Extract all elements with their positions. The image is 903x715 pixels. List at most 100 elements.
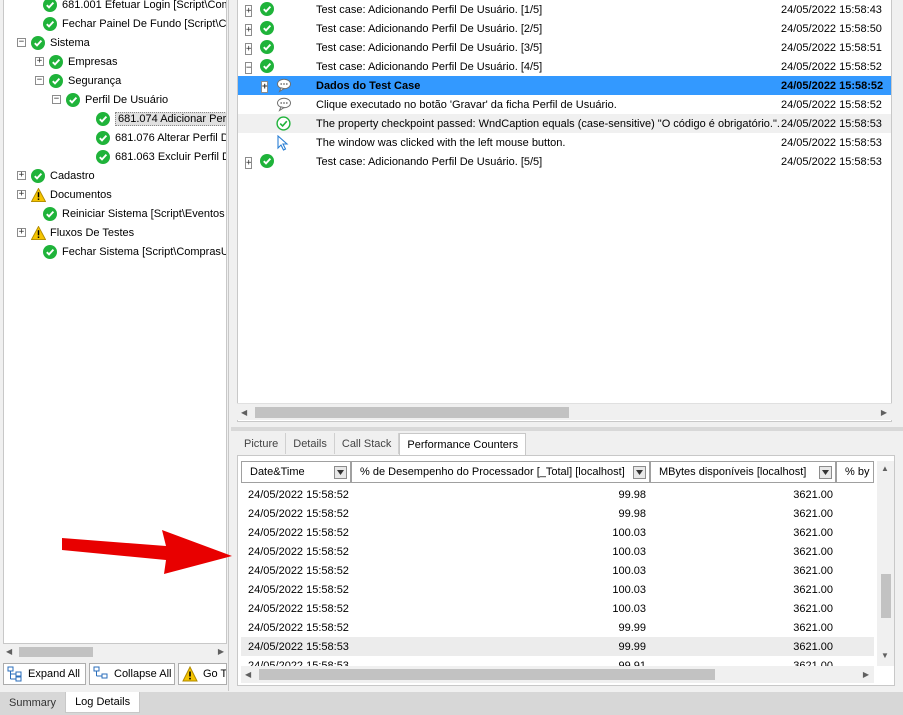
tree-item[interactable]: 681.063 Excluir Perfil De — [96, 147, 226, 166]
scrollbar-thumb[interactable] — [255, 407, 569, 418]
scrollbar-thumb[interactable] — [881, 574, 891, 618]
perf-memory-cell: 3621.00 — [793, 621, 833, 634]
perf-row[interactable]: 24/05/2022 15:58:52 100.03 3621.00 — [241, 580, 874, 599]
tree-horizontal-scrollbar[interactable]: ◀ ▶ — [3, 645, 227, 659]
perf-column-header[interactable]: % de Desempenho do Processador [_Total] … — [351, 461, 650, 483]
tree-item[interactable]: + Fluxos De Testes — [17, 223, 134, 242]
message-icon — [277, 97, 291, 112]
perf-row[interactable]: 24/05/2022 15:58:52 99.99 3621.00 — [241, 618, 874, 637]
perf-horizontal-scrollbar[interactable]: ◀ ▶ — [241, 666, 874, 683]
tree-item[interactable]: + Cadastro — [17, 166, 95, 185]
scroll-right-icon[interactable]: ▶ — [863, 670, 869, 679]
perf-date-cell: 24/05/2022 15:58:52 — [248, 583, 349, 596]
tab-log-details[interactable]: Log Details — [65, 692, 141, 713]
perf-column-header[interactable]: MBytes disponíveis [localhost] — [650, 461, 836, 483]
tree-item[interactable]: + Documentos — [17, 185, 112, 204]
tree-item[interactable]: − Segurança — [35, 71, 121, 90]
tree-item-label: Cadastro — [50, 169, 95, 182]
expand-all-label: Expand All — [28, 668, 80, 680]
panel-splitter[interactable] — [231, 427, 903, 431]
check-icon — [31, 35, 45, 50]
log-horizontal-scrollbar[interactable]: ◀ ▶ — [237, 403, 892, 420]
scroll-left-icon[interactable]: ◀ — [241, 408, 247, 417]
check-icon — [43, 244, 57, 259]
collapse-all-button[interactable]: Collapse All — [89, 663, 175, 685]
perf-column-header[interactable]: % by — [836, 461, 874, 483]
filter-dropdown-icon[interactable] — [633, 466, 646, 479]
detail-tabs: Picture Details Call Stack Performance Coun… — [237, 433, 527, 455]
tab-details[interactable]: Details — [286, 433, 335, 454]
expand-toggle-icon[interactable]: + — [245, 157, 253, 169]
tree-item[interactable]: − Sistema — [17, 33, 90, 52]
perf-memory-cell: 3621.00 — [793, 602, 833, 615]
tree-item[interactable]: 681.076 Alterar Perfil De — [96, 128, 226, 147]
tree-item[interactable]: + Empresas — [35, 52, 118, 71]
perf-grid-header: Date&Time % de Desempenho do Processador … — [241, 461, 874, 483]
perf-row[interactable]: 24/05/2022 15:58:52 99.98 3621.00 — [241, 485, 874, 504]
scrollbar-thumb[interactable] — [19, 647, 93, 657]
tab-call-stack[interactable]: Call Stack — [335, 433, 400, 454]
filter-dropdown-icon[interactable] — [334, 466, 347, 479]
log-row[interactable]: + Dados do Test Case 24/05/2022 15:58:52 — [238, 76, 891, 95]
tree-item[interactable]: Reiniciar Sistema [Script\Eventos - — [43, 204, 226, 223]
scroll-up-icon[interactable]: ▲ — [881, 464, 889, 473]
filter-dropdown-icon[interactable] — [819, 466, 832, 479]
tree-item[interactable]: − Perfil De Usuário — [52, 90, 168, 109]
log-row[interactable]: The window was clicked with the left mou… — [238, 133, 891, 152]
perf-row[interactable]: 24/05/2022 15:58:52 99.98 3621.00 — [241, 504, 874, 523]
expand-toggle-icon[interactable]: + — [17, 171, 26, 180]
expand-toggle-icon[interactable]: + — [35, 57, 44, 66]
perf-row[interactable]: 24/05/2022 15:58:52 100.03 3621.00 — [241, 523, 874, 542]
expand-all-button[interactable]: Expand All — [3, 663, 86, 685]
scroll-left-icon[interactable]: ◀ — [6, 647, 12, 656]
tree-item-label: Perfil De Usuário — [85, 93, 169, 106]
log-row[interactable]: + Test case: Adicionando Perfil De Usuári… — [238, 19, 891, 38]
collapse-toggle-icon[interactable]: − — [35, 76, 44, 85]
tab-performance-counters[interactable]: Performance Counters — [399, 433, 527, 455]
perf-column-header[interactable]: Date&Time — [241, 461, 351, 483]
perf-date-cell: 24/05/2022 15:58:52 — [248, 545, 349, 558]
expand-toggle-icon[interactable]: + — [245, 24, 253, 36]
log-row[interactable]: + Test case: Adicionando Perfil De Usuári… — [238, 38, 891, 57]
expand-toggle-icon[interactable]: + — [17, 190, 26, 199]
log-row[interactable]: Clique executado no botão 'Gravar' da fi… — [238, 95, 891, 114]
perf-cpu-cell: 99.98 — [618, 507, 646, 520]
tree-item[interactable]: 681.001 Efetuar Login [Script\Com — [43, 0, 226, 14]
perf-row[interactable]: 24/05/2022 15:58:52 100.03 3621.00 — [241, 561, 874, 580]
tree-item-label: Fechar Painel De Fundo [Script\Co — [62, 17, 227, 30]
log-list[interactable]: + Test case: Adicionando Perfil De Usuári… — [237, 0, 892, 422]
check-icon — [260, 21, 274, 35]
tab-picture[interactable]: Picture — [237, 433, 287, 454]
perf-row[interactable]: 24/05/2022 15:58:52 100.03 3621.00 — [241, 599, 874, 618]
collapse-toggle-icon[interactable]: − — [52, 95, 61, 104]
log-row[interactable]: − Test case: Adicionando Perfil De Usuári… — [238, 57, 891, 76]
expand-toggle-icon[interactable]: + — [245, 43, 253, 55]
tree-item[interactable]: Fechar Sistema [Script\ComprasUt — [43, 242, 227, 261]
tree-item[interactable]: 681.074 Adicionar Perfil — [96, 109, 226, 128]
log-row[interactable]: The property checkpoint passed: WndCapti… — [238, 114, 891, 133]
perf-row[interactable]: 24/05/2022 15:58:52 100.03 3621.00 — [241, 542, 874, 561]
scroll-right-icon[interactable]: ▶ — [881, 408, 887, 417]
column-header-label: % de Desempenho do Processador [_Total] … — [360, 466, 625, 478]
tree-item-label: Fluxos De Testes — [50, 226, 135, 239]
scroll-right-icon[interactable]: ▶ — [218, 647, 224, 656]
tree-item-label: Empresas — [68, 55, 118, 68]
collapse-toggle-icon[interactable]: − — [17, 38, 26, 47]
log-row[interactable]: + Test case: Adicionando Perfil De Usuári… — [238, 0, 891, 19]
expand-toggle-icon[interactable]: + — [261, 81, 269, 93]
tree-toolbar: Expand All Collapse All Go T — [3, 663, 227, 687]
tree-item[interactable]: Fechar Painel De Fundo [Script\Co — [43, 14, 227, 33]
perf-vertical-scrollbar[interactable]: ▲ ▼ — [877, 461, 894, 666]
perf-row[interactable]: 24/05/2022 15:58:53 99.99 3621.00 — [241, 637, 874, 656]
expand-toggle-icon[interactable]: + — [245, 5, 253, 17]
tree-item-label: Fechar Sistema [Script\ComprasUt — [62, 245, 227, 258]
collapse-toggle-icon[interactable]: − — [245, 62, 253, 74]
expand-toggle-icon[interactable]: + — [17, 228, 26, 237]
scrollbar-thumb[interactable] — [259, 669, 715, 680]
go-to-button[interactable]: Go T — [178, 663, 227, 685]
scroll-left-icon[interactable]: ◀ — [245, 670, 251, 679]
perf-memory-cell: 3621.00 — [793, 507, 833, 520]
tab-summary[interactable]: Summary — [0, 692, 65, 713]
log-row[interactable]: + Test case: Adicionando Perfil De Usuári… — [238, 152, 891, 171]
scroll-down-icon[interactable]: ▼ — [881, 651, 889, 660]
